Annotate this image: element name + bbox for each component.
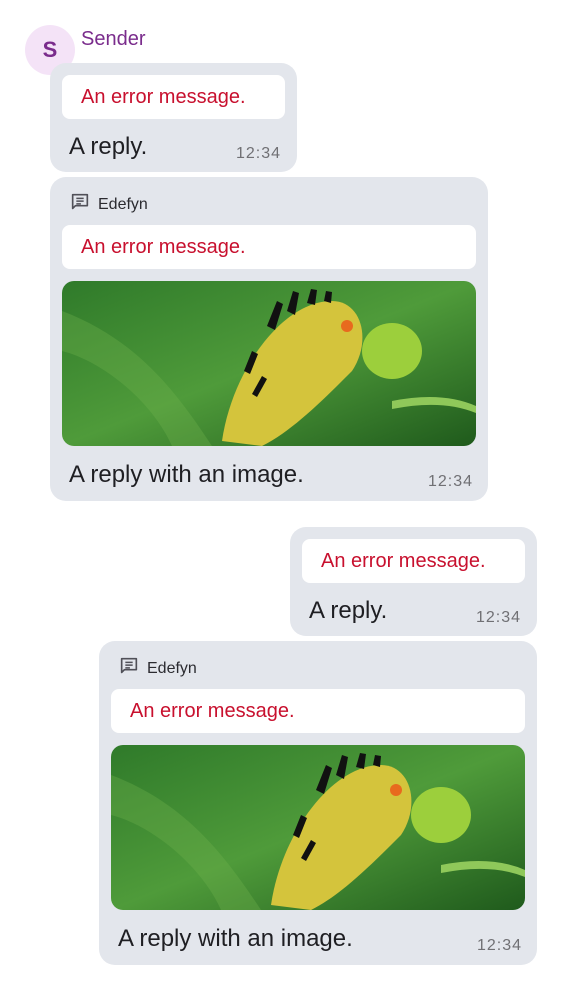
message-bubble[interactable]: An error message. A reply. 12:34 xyxy=(50,63,297,172)
thread-header[interactable]: Edefyn xyxy=(69,191,148,218)
thread-name: Edefyn xyxy=(147,659,197,677)
message-bubble[interactable]: An error message. A reply. 12:34 xyxy=(290,527,537,636)
sender-name[interactable]: Sender xyxy=(81,28,146,51)
thread-header[interactable]: Edefyn xyxy=(118,655,197,682)
error-message: An error message. xyxy=(62,75,285,119)
message-text: A reply. xyxy=(69,133,148,160)
timestamp: 12:34 xyxy=(477,937,523,954)
message-bubble[interactable]: Edefyn An error message. A reply with an… xyxy=(50,177,488,501)
thread-icon xyxy=(69,191,98,218)
timestamp: 12:34 xyxy=(476,609,522,626)
message-text: A reply with an image. xyxy=(118,925,353,952)
thread-name: Edefyn xyxy=(98,195,148,213)
timestamp: 12:34 xyxy=(236,145,282,162)
message-text: A reply. xyxy=(309,597,388,624)
error-message: An error message. xyxy=(111,689,525,733)
caterpillar-image[interactable] xyxy=(111,745,525,910)
message-text: A reply with an image. xyxy=(69,461,304,488)
thread-icon xyxy=(118,655,147,682)
caterpillar-image[interactable] xyxy=(62,281,476,446)
message-bubble[interactable]: Edefyn An error message. A reply with an… xyxy=(99,641,537,965)
error-message: An error message. xyxy=(62,225,476,269)
timestamp: 12:34 xyxy=(428,473,474,490)
error-message: An error message. xyxy=(302,539,525,583)
